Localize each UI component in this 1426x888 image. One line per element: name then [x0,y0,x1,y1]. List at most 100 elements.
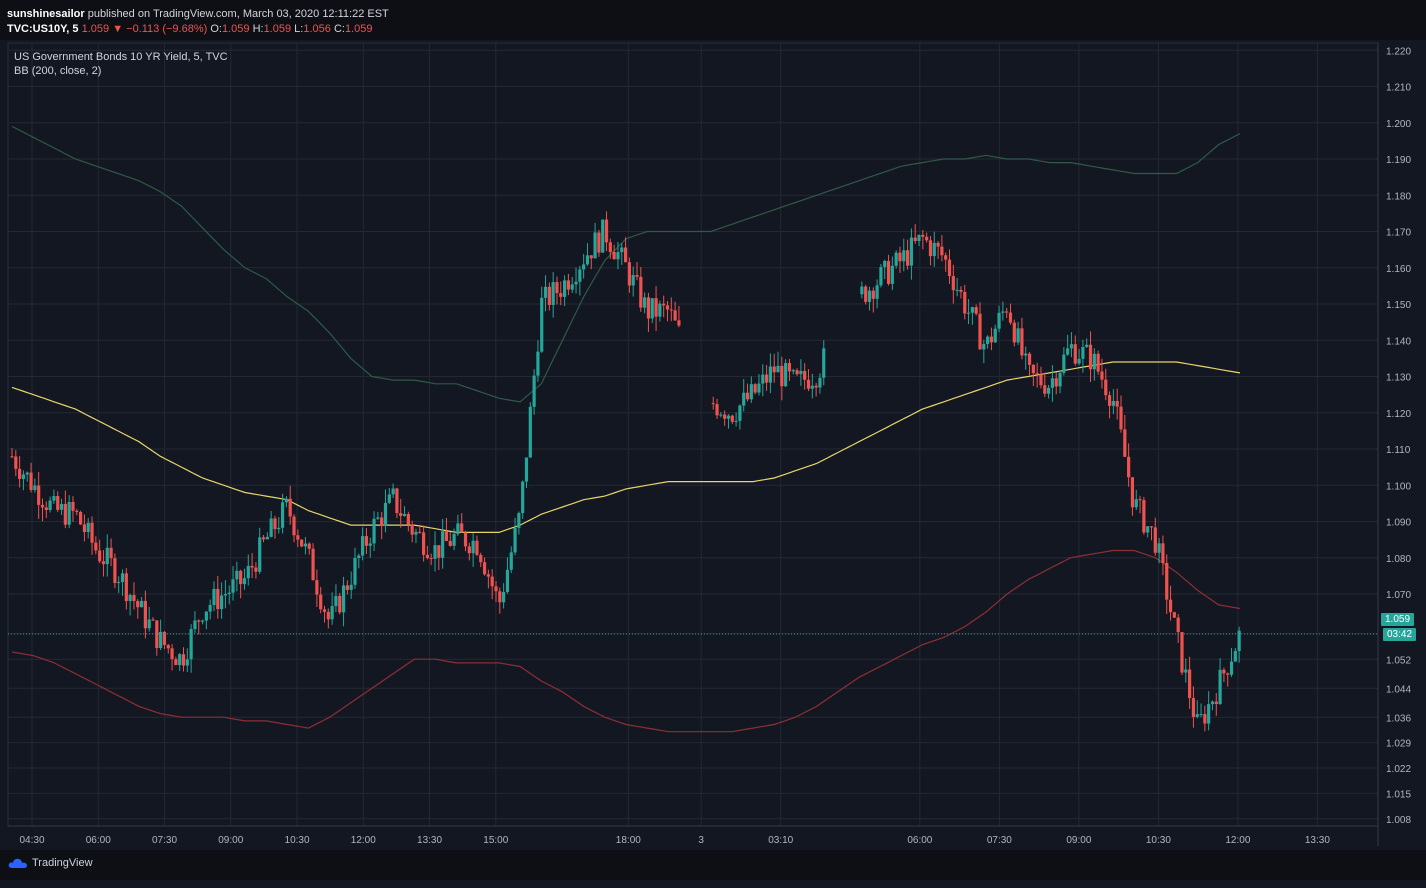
candle-down[interactable] [1214,693,1218,716]
candle-up[interactable] [189,624,193,673]
candle-down[interactable] [498,587,502,614]
candle-down[interactable] [44,501,48,518]
candle-down[interactable] [113,553,117,589]
candles[interactable] [10,211,1241,732]
candle-down[interactable] [635,262,639,281]
candle-up[interactable] [574,267,578,294]
candle-down[interactable] [1115,388,1119,420]
candle-down[interactable] [940,235,944,262]
candle-up[interactable] [303,537,308,555]
candle-down[interactable] [1130,477,1135,516]
candle-up[interactable] [749,376,753,403]
candle-up[interactable] [21,470,26,491]
candle-down[interactable] [90,516,94,555]
candle-up[interactable] [204,611,208,630]
candle-down[interactable] [399,498,403,528]
candle-up[interactable] [551,272,555,318]
chart-legend[interactable]: US Government Bonds 10 YR Yield, 5, TVC … [14,50,228,78]
candle-up[interactable] [563,275,567,307]
candle-down[interactable] [787,359,792,382]
candle-down[interactable] [18,456,22,488]
candle-up[interactable] [1050,365,1055,402]
candle-down[interactable] [345,580,349,595]
candle-down[interactable] [322,605,327,623]
candle-up[interactable] [658,300,662,322]
candle-up[interactable] [330,592,334,625]
candle-down[interactable] [1153,517,1157,556]
candle-up[interactable] [955,277,959,297]
candle-down[interactable] [566,273,571,296]
candle-down[interactable] [170,644,174,671]
candle-up[interactable] [810,373,814,399]
candle-down[interactable] [216,575,220,619]
candle-up[interactable] [372,511,376,552]
candle-down[interactable] [898,246,902,273]
candle-up[interactable] [883,259,887,280]
candle-down[interactable] [936,240,940,260]
candle-down[interactable] [56,491,60,513]
candle-up[interactable] [117,576,121,593]
candle-up[interactable] [986,335,990,349]
candle-up[interactable] [540,286,544,353]
candle-up[interactable] [284,496,288,508]
candle-down[interactable] [928,236,933,266]
candle-down[interactable] [555,276,559,305]
candle-up[interactable] [1210,700,1215,711]
candle-up[interactable] [159,619,163,651]
candle-down[interactable] [913,224,917,244]
candle-down[interactable] [448,532,452,547]
candle-down[interactable] [745,383,750,402]
candle-up[interactable] [932,231,936,267]
candle-up[interactable] [879,263,883,288]
candle-up[interactable] [757,374,761,396]
candle-down[interactable] [951,264,955,304]
candle-down[interactable] [273,515,277,539]
candle-up[interactable] [620,243,624,265]
indicator-label[interactable]: BB (200, close, 2) [14,64,228,78]
candle-down[interactable] [490,569,494,600]
candle-down[interactable] [460,513,464,533]
candle-down[interactable] [1127,443,1131,487]
candle-up[interactable] [128,593,132,616]
candle-down[interactable] [764,365,769,391]
candle-up[interactable] [1047,384,1051,399]
candle-down[interactable] [136,599,140,619]
candle-up[interactable] [726,414,731,429]
candle-up[interactable] [631,266,635,297]
candle-up[interactable] [1218,658,1222,706]
candle-down[interactable] [589,255,593,270]
candle-down[interactable] [871,287,875,313]
candle-down[interactable] [494,581,498,602]
series-title[interactable]: US Government Bonds 10 YR Yield, 5, TVC [14,50,228,64]
candle-down[interactable] [715,398,719,419]
candle-down[interactable] [1172,611,1176,619]
candle-up[interactable] [334,584,338,613]
candle-down[interactable] [795,368,799,376]
candle-up[interactable] [867,286,872,311]
candle-up[interactable] [1077,348,1081,366]
candle-down[interactable] [197,619,201,635]
candle-down[interactable] [292,514,296,543]
candle-down[interactable] [814,382,818,397]
candle-down[interactable] [364,528,369,554]
candle-up[interactable] [223,580,228,609]
candle-down[interactable] [71,496,75,522]
candle-down[interactable] [639,267,643,312]
candle-down[interactable] [864,284,868,305]
candle-up[interactable] [277,517,281,534]
price-chart[interactable]: 1.220 1.210 1.200 1.190 1.180 1.170 1.160 1.150… [0,40,1426,850]
candle-up[interactable] [799,359,803,386]
publisher-username[interactable]: sunshinesailor [7,8,85,20]
candle-up[interactable] [1111,389,1115,415]
candle-up[interactable] [1134,489,1138,511]
candle-down[interactable] [410,520,414,543]
candle-down[interactable] [646,292,651,332]
candle-down[interactable] [63,490,67,529]
candle-up[interactable] [471,533,475,567]
candle-up[interactable] [997,305,1001,333]
candle-down[interactable] [37,471,41,519]
candle-up[interactable] [517,511,521,535]
candle-down[interactable] [10,448,14,459]
candle-down[interactable] [78,510,83,526]
candle-down[interactable] [559,281,563,306]
